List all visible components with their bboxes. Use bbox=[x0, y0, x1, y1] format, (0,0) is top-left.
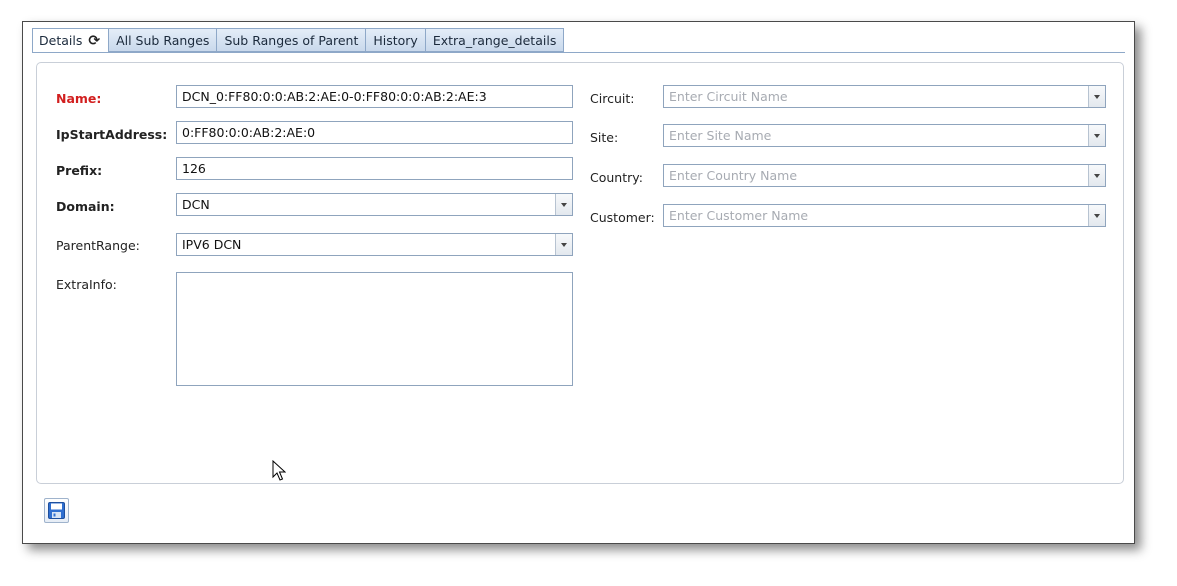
country-select[interactable]: Enter Country Name bbox=[663, 164, 1106, 187]
tab-details[interactable]: Details ⟳ bbox=[32, 28, 110, 53]
mouse-cursor-icon bbox=[272, 460, 286, 481]
details-panel: Name: DCN_0:FF80:0:0:AB:2:AE:0-0:FF80:0:… bbox=[36, 62, 1124, 484]
parent-range-select-value: IPV6 DCN bbox=[182, 237, 242, 252]
site-select[interactable]: Enter Site Name bbox=[663, 124, 1106, 147]
tab-divider bbox=[32, 52, 1125, 53]
site-placeholder: Enter Site Name bbox=[669, 128, 772, 143]
extra-info-textarea[interactable] bbox=[176, 272, 573, 386]
customer-label: Customer: bbox=[590, 210, 655, 225]
domain-select[interactable]: DCN bbox=[176, 193, 573, 216]
country-placeholder: Enter Country Name bbox=[669, 168, 798, 183]
tab-details-label: Details bbox=[39, 32, 83, 48]
chevron-down-icon[interactable] bbox=[555, 194, 572, 215]
floppy-disk-icon bbox=[48, 502, 65, 519]
chevron-down-icon[interactable] bbox=[1088, 125, 1105, 146]
parent-range-select[interactable]: IPV6 DCN bbox=[176, 233, 573, 256]
tab-sub-ranges-of-parent[interactable]: Sub Ranges of Parent bbox=[217, 28, 367, 52]
customer-select[interactable]: Enter Customer Name bbox=[663, 204, 1106, 227]
range-details-window: Details ⟳ All Sub Ranges Sub Ranges of P… bbox=[22, 21, 1135, 544]
site-label: Site: bbox=[590, 130, 619, 145]
prefix-input[interactable]: 126 bbox=[176, 157, 573, 180]
ip-start-address-input[interactable]: 0:FF80:0:0:AB:2:AE:0 bbox=[176, 121, 573, 144]
chevron-down-icon[interactable] bbox=[1088, 205, 1105, 226]
circuit-label: Circuit: bbox=[590, 91, 635, 106]
refresh-icon[interactable]: ⟳ bbox=[88, 34, 100, 48]
tab-history[interactable]: History bbox=[366, 28, 426, 52]
ip-start-address-label: IpStartAddress: bbox=[56, 127, 168, 142]
country-label: Country: bbox=[590, 170, 643, 185]
tab-extra-range-details[interactable]: Extra_range_details bbox=[425, 28, 565, 52]
extra-info-label: ExtraInfo: bbox=[56, 277, 117, 292]
save-button[interactable] bbox=[44, 498, 69, 523]
parent-range-label: ParentRange: bbox=[56, 238, 140, 253]
domain-select-value: DCN bbox=[182, 197, 210, 212]
domain-label: Domain: bbox=[56, 199, 115, 214]
name-label: Name: bbox=[56, 91, 102, 106]
tab-strip: Details ⟳ All Sub Ranges Sub Ranges of P… bbox=[32, 28, 565, 53]
prefix-label: Prefix: bbox=[56, 163, 103, 178]
circuit-placeholder: Enter Circuit Name bbox=[669, 89, 788, 104]
circuit-select[interactable]: Enter Circuit Name bbox=[663, 85, 1106, 108]
chevron-down-icon[interactable] bbox=[1088, 86, 1105, 107]
customer-placeholder: Enter Customer Name bbox=[669, 208, 809, 223]
name-input[interactable]: DCN_0:FF80:0:0:AB:2:AE:0-0:FF80:0:0:AB:2… bbox=[176, 85, 573, 108]
chevron-down-icon[interactable] bbox=[555, 234, 572, 255]
chevron-down-icon[interactable] bbox=[1088, 165, 1105, 186]
tab-all-sub-ranges[interactable]: All Sub Ranges bbox=[109, 28, 218, 52]
